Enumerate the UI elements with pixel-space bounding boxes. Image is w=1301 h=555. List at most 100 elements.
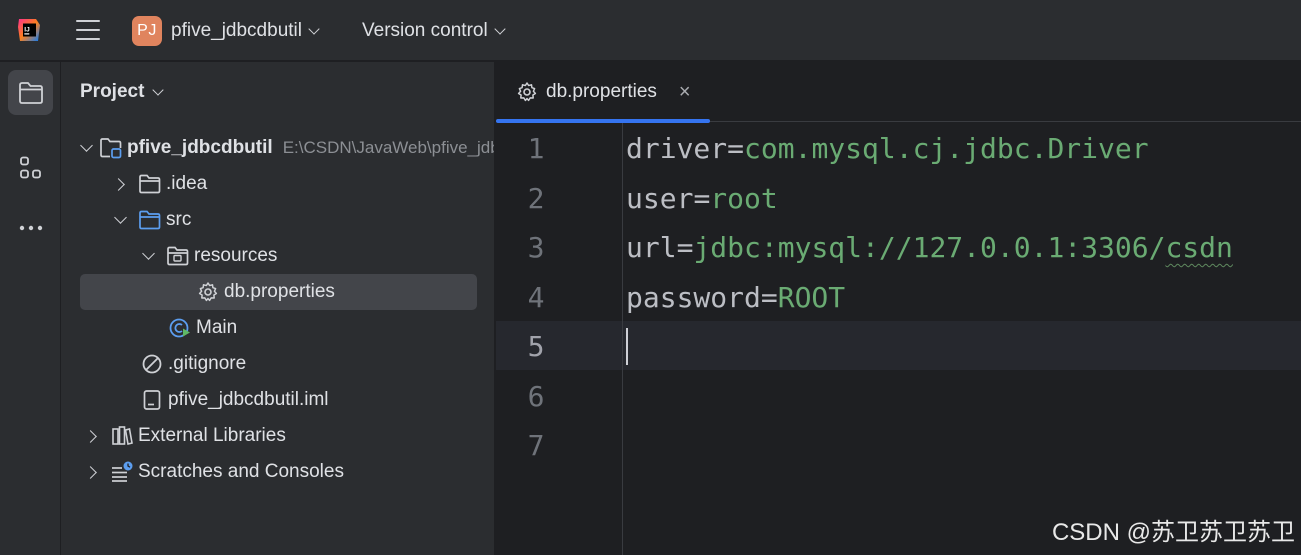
module-folder-icon	[99, 136, 123, 160]
project-badge[interactable]: PJ	[132, 16, 162, 46]
property-value: jdbc:mysql://127.0.0.1:3306/	[693, 231, 1166, 264]
tree-item-label: Main	[196, 317, 238, 338]
property-value: root	[710, 182, 778, 215]
panel-title: Project	[80, 81, 145, 102]
line-number: 2	[527, 182, 545, 215]
expand-arrow-icon[interactable]	[82, 426, 102, 446]
equals-sign: =	[693, 182, 711, 215]
line-content: user=root	[626, 182, 778, 215]
tree-item-gitignore[interactable]: .gitignore	[61, 346, 494, 382]
tree-item-label: .idea	[166, 173, 208, 194]
more-tools-button[interactable]	[8, 205, 53, 250]
tree-item-label: Scratches and Consoles	[138, 461, 344, 482]
expand-arrow-icon[interactable]	[82, 462, 102, 482]
line-number: 1	[527, 132, 545, 165]
line-content: driver=com.mysql.cj.jdbc.Driver	[626, 132, 1149, 165]
java-class-run-icon	[168, 316, 192, 340]
tree-item-external-libraries[interactable]: External Libraries	[61, 418, 494, 454]
expand-arrow-icon[interactable]	[138, 246, 158, 266]
version-control-menu[interactable]: Version control	[362, 20, 506, 42]
intellij-logo-icon[interactable]: IJ	[16, 17, 42, 43]
folder-icon	[18, 81, 43, 104]
tool-window-strip	[0, 62, 61, 555]
chevron-down-icon	[308, 23, 320, 35]
svg-text:IJ: IJ	[24, 27, 30, 34]
tab-label: db.properties	[546, 81, 657, 102]
tree-item-root[interactable]: pfive_jdbcdbutil E:\CSDN\JavaWeb\pfive_j…	[61, 130, 494, 166]
title-bar: IJ PJ pfive_jdbcdbutil Version control	[0, 0, 1301, 61]
hamburger-line	[76, 38, 100, 40]
project-view-selector[interactable]: Project	[80, 81, 165, 103]
folder-icon	[138, 172, 162, 196]
structure-tool-button[interactable]	[8, 145, 53, 190]
module-file-icon	[140, 388, 164, 412]
code-editor[interactable]: 1 driver=com.mysql.cj.jdbc.Driver 2 user…	[496, 123, 1301, 555]
equals-sign: =	[727, 132, 745, 165]
line-number: 6	[527, 380, 545, 413]
close-icon[interactable]: ×	[679, 81, 691, 104]
project-tool-button[interactable]	[8, 70, 53, 115]
resources-folder-icon	[166, 244, 190, 268]
tree-item-label: .gitignore	[168, 353, 247, 374]
code-line: 3 url=jdbc:mysql://127.0.0.1:3306/csdn	[496, 223, 1301, 272]
library-icon	[110, 424, 134, 448]
tree-item-src[interactable]: src	[61, 202, 494, 238]
tree-item-label: External Libraries	[138, 425, 286, 446]
ignore-file-icon	[140, 352, 164, 376]
code-line-current: 5	[496, 322, 1301, 371]
main-menu-button[interactable]	[74, 18, 102, 42]
property-key: driver	[626, 132, 728, 165]
tree-item-label: pfive_jdbcdbutil	[127, 137, 273, 158]
chevron-down-icon	[152, 84, 165, 96]
project-name: pfive_jdbcdbutil	[171, 20, 302, 41]
tree-item-resources[interactable]: resources	[61, 238, 494, 274]
property-key: url	[626, 231, 677, 264]
text-cursor	[626, 328, 628, 365]
equals-sign: =	[676, 231, 694, 264]
property-value: com.mysql.cj.jdbc.Driver	[744, 132, 1149, 165]
tree-item-db-properties[interactable]: db.properties	[61, 274, 494, 310]
property-key: password	[626, 281, 761, 314]
tree-item-label: src	[166, 209, 192, 230]
project-selector[interactable]: pfive_jdbcdbutil	[171, 20, 320, 42]
line-number: 7	[527, 429, 545, 462]
chevron-down-icon	[494, 23, 506, 35]
line-number: 5	[527, 330, 545, 363]
code-line: 7	[496, 421, 1301, 470]
expand-arrow-icon[interactable]	[110, 174, 130, 194]
editor-tab-bar: db.properties ×	[496, 62, 1301, 123]
property-key: user	[626, 182, 694, 215]
line-number: 3	[527, 231, 545, 264]
code-line: 6	[496, 372, 1301, 421]
code-line: 2 user=root	[496, 174, 1301, 223]
tab-db-properties[interactable]: db.properties ×	[496, 62, 710, 123]
gear-icon	[196, 280, 220, 304]
version-control-label: Version control	[362, 20, 488, 41]
tree-item-label: db.properties	[224, 281, 335, 302]
tree-item-iml[interactable]: pfive_jdbcdbutil.iml	[61, 382, 494, 418]
watermark: CSDN @苏卫苏卫苏卫	[1051, 519, 1295, 546]
structure-icon	[19, 156, 41, 178]
source-folder-icon	[138, 208, 162, 232]
line-number: 4	[527, 281, 545, 314]
tree-item-path: E:\CSDN\JavaWeb\pfive_jdbcdbutil	[282, 138, 494, 157]
tree-item-scratches[interactable]: Scratches and Consoles	[61, 454, 494, 490]
code-line: 4 password=ROOT	[496, 273, 1301, 322]
gear-icon	[517, 82, 537, 102]
more-icon	[19, 225, 42, 230]
tree-item-idea[interactable]: .idea	[61, 166, 494, 202]
hamburger-line	[76, 20, 100, 22]
spellcheck-word: csdn	[1165, 231, 1233, 264]
tree-item-label: resources	[194, 245, 278, 266]
scratches-icon	[110, 460, 134, 484]
expand-arrow-icon[interactable]	[110, 210, 130, 230]
equals-sign: =	[760, 281, 778, 314]
line-content: password=ROOT	[626, 281, 845, 314]
hamburger-line	[76, 29, 100, 31]
tree-item-label: pfive_jdbcdbutil.iml	[168, 389, 329, 410]
tree-item-main[interactable]: Main	[61, 310, 494, 346]
property-value: ROOT	[777, 281, 846, 314]
expand-arrow-icon[interactable]	[82, 138, 91, 158]
code-line: 1 driver=com.mysql.cj.jdbc.Driver	[496, 124, 1301, 173]
project-panel: Project pfive_jdbcdbutil E:\CSDN\JavaWeb…	[61, 62, 495, 555]
